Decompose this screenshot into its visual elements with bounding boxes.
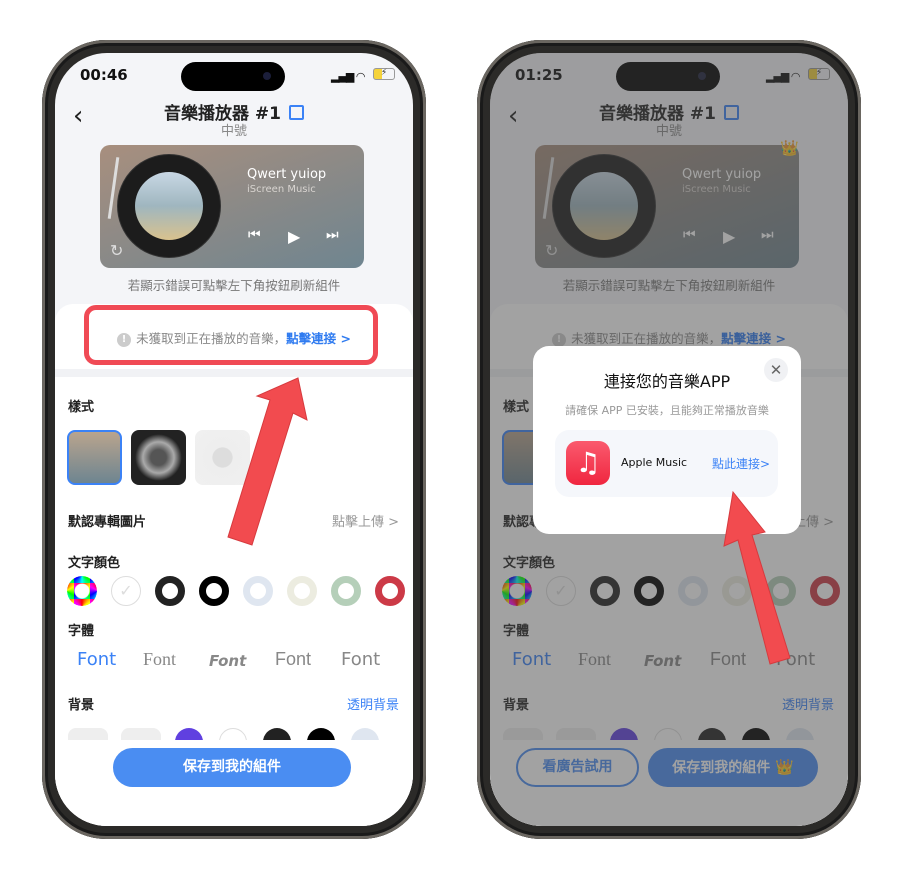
screen-right: 01:25▂▄▆ ◠⚡‹音樂播放器 #1中號 ↻ Qwert yuiop iSc… bbox=[490, 53, 848, 826]
album-art bbox=[135, 172, 203, 240]
font-option-2[interactable]: Font bbox=[143, 649, 176, 670]
battery-icon: ⚡ bbox=[373, 68, 395, 80]
modal-subtitle: 請確保 APP 已安裝，且能夠正常播放音樂 bbox=[565, 404, 769, 417]
phone-right: 01:25▂▄▆ ◠⚡‹音樂播放器 #1中號 ↻ Qwert yuiop iSc… bbox=[477, 40, 861, 839]
font-option-1[interactable]: Font bbox=[77, 649, 116, 670]
text-color-swatch[interactable] bbox=[155, 576, 185, 606]
page-subtitle: 中號 bbox=[220, 124, 247, 139]
save-button[interactable]: 保存到我的組件 bbox=[113, 748, 351, 787]
vinyl-record bbox=[118, 155, 220, 257]
text-color-swatch[interactable] bbox=[67, 576, 97, 606]
style-label: 樣式 bbox=[68, 400, 95, 415]
camera-icon bbox=[263, 72, 271, 80]
modal-title: 連接您的音樂APP bbox=[603, 372, 731, 391]
text-color-swatch[interactable] bbox=[287, 576, 317, 606]
background-label: 背景 bbox=[68, 698, 95, 713]
song-title: Qwert yuiop bbox=[247, 167, 327, 182]
song-artist: iScreen Music bbox=[247, 184, 316, 195]
refresh-icon[interactable]: ↻ bbox=[110, 241, 123, 260]
close-icon[interactable]: ✕ bbox=[764, 358, 788, 382]
font-option-4[interactable]: Font bbox=[275, 649, 311, 670]
connect-app-link[interactable]: 點此連接> bbox=[712, 455, 770, 472]
style-option-3[interactable] bbox=[195, 430, 250, 485]
text-color-swatch[interactable] bbox=[243, 576, 273, 606]
phone-left: 00:46 ▂▄▆ ◠ ⚡ ‹ 音樂播放器 #1 中號 ↻ Qwert yuiop iSc… bbox=[42, 40, 426, 839]
widget-preview: ↻ Qwert yuiop iScreen Music ⏮ ▶ ⏭ bbox=[100, 145, 364, 268]
connect-music-modal: 連接您的音樂APP ✕ 請確保 APP 已安裝，且能夠正常播放音樂 ♫ Appl… bbox=[533, 346, 801, 534]
dynamic-island bbox=[181, 62, 285, 91]
font-option-3[interactable]: Font bbox=[209, 652, 246, 670]
style-option-1[interactable] bbox=[67, 430, 122, 485]
album-upload-button[interactable]: 點擊上傳 > bbox=[332, 511, 399, 530]
app-name: Apple Music bbox=[621, 456, 688, 469]
divider bbox=[55, 369, 413, 377]
font-label: 字體 bbox=[68, 624, 95, 639]
next-icon[interactable]: ⏭ bbox=[326, 227, 339, 243]
apple-music-icon: ♫ bbox=[566, 441, 610, 485]
album-label: 默認專輯圖片 bbox=[68, 515, 147, 530]
transparent-background-button[interactable]: 透明背景 bbox=[347, 694, 399, 713]
text-color-swatch[interactable] bbox=[331, 576, 361, 606]
text-color-swatch[interactable] bbox=[375, 576, 405, 606]
status-time: 00:46 bbox=[80, 66, 128, 84]
annotation-highlight-box bbox=[84, 305, 378, 365]
edit-icon[interactable] bbox=[289, 105, 304, 120]
signal-wifi-icon: ▂▄▆ ◠ bbox=[331, 70, 365, 83]
font-option-5[interactable]: Font bbox=[341, 649, 380, 670]
refresh-hint: 若顯示錯誤可點擊左下角按鈕刷新組件 bbox=[127, 278, 341, 293]
style-option-2[interactable] bbox=[131, 430, 186, 485]
text-color-label: 文字顏色 bbox=[68, 556, 121, 571]
screen-left: 00:46 ▂▄▆ ◠ ⚡ ‹ 音樂播放器 #1 中號 ↻ Qwert yuiop iSc… bbox=[55, 53, 413, 826]
text-color-swatch[interactable]: ✓ bbox=[111, 576, 141, 606]
play-icon[interactable]: ▶ bbox=[288, 227, 300, 246]
text-color-swatch[interactable] bbox=[199, 576, 229, 606]
music-app-row: ♫ Apple Music 點此連接> bbox=[555, 430, 778, 497]
previous-icon[interactable]: ⏮ bbox=[248, 227, 261, 243]
